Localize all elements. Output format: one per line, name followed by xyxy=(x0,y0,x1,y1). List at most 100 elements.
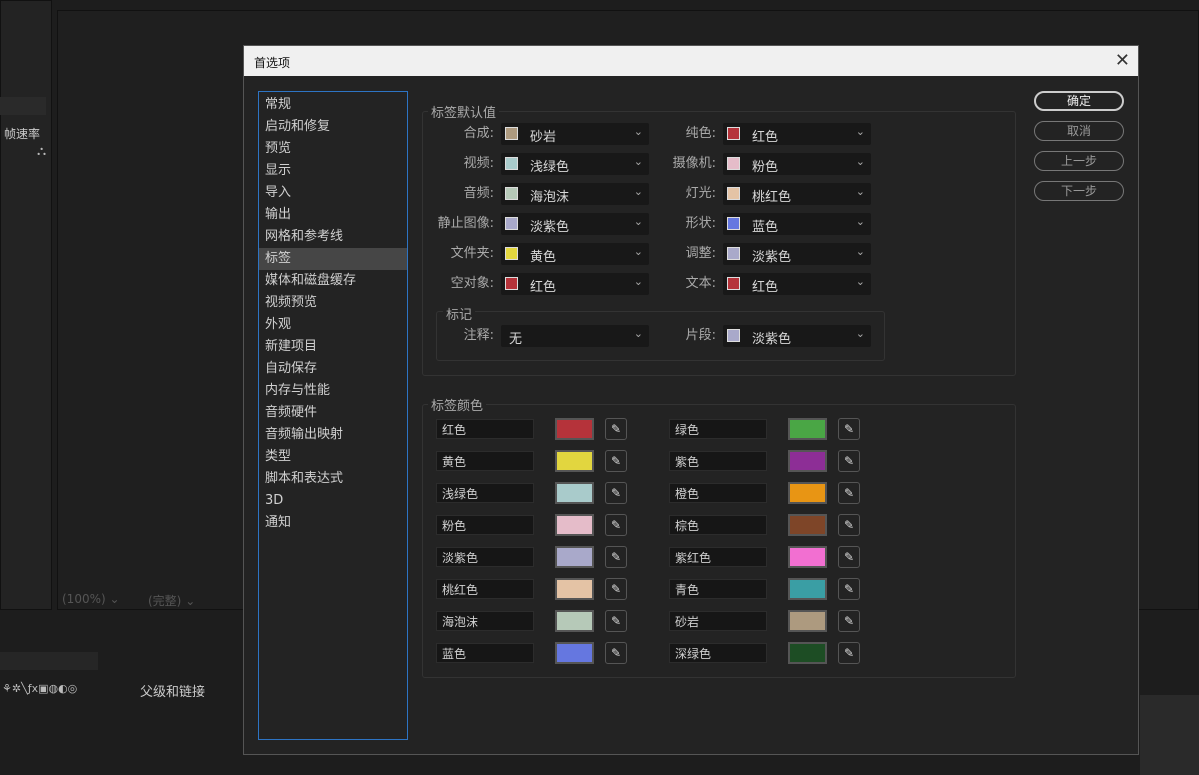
nav-item[interactable]: 类型 xyxy=(259,446,407,468)
label-color-name-input[interactable] xyxy=(669,643,767,663)
label-color-swatch[interactable] xyxy=(788,546,827,568)
label-color-swatch[interactable] xyxy=(788,514,827,536)
parent-link-header: 父级和链接 xyxy=(140,685,206,700)
label-color-swatch[interactable] xyxy=(555,450,594,472)
ok-button[interactable]: 确定 xyxy=(1034,91,1124,111)
label-color-name-input[interactable] xyxy=(436,515,534,535)
nav-item[interactable]: 媒体和磁盘缓存 xyxy=(259,270,407,292)
label-color-name-input[interactable] xyxy=(669,611,767,631)
eyedropper-icon[interactable]: ✎ xyxy=(838,514,860,536)
color-swatch xyxy=(727,329,740,342)
label-default-dropdown[interactable]: 粉色 ⌄ xyxy=(723,153,871,175)
comment-label: 注释: xyxy=(463,328,494,343)
nav-item[interactable]: 3D xyxy=(259,490,407,512)
label-color-swatch[interactable] xyxy=(555,418,594,440)
label-colors-group xyxy=(422,404,1016,678)
nav-item[interactable]: 输出 xyxy=(259,204,407,226)
label-color-name-input[interactable] xyxy=(436,419,534,439)
nav-item[interactable]: 视频预览 xyxy=(259,292,407,314)
label-color-swatch[interactable] xyxy=(788,642,827,664)
eyedropper-icon[interactable]: ✎ xyxy=(838,482,860,504)
nav-item[interactable]: 脚本和表达式 xyxy=(259,468,407,490)
label-color-name-input[interactable] xyxy=(436,611,534,631)
timeline-switch-icons[interactable]: ⚘✲╲ƒx▣◍◐◎ xyxy=(2,682,77,695)
label-color-name-input[interactable] xyxy=(436,579,534,599)
eyedropper-icon[interactable]: ✎ xyxy=(605,642,627,664)
next-button[interactable]: 下一步 xyxy=(1034,181,1124,201)
eyedropper-icon[interactable]: ✎ xyxy=(605,546,627,568)
color-swatch xyxy=(727,157,740,170)
eyedropper-icon[interactable]: ✎ xyxy=(605,482,627,504)
label-color-swatch[interactable] xyxy=(555,546,594,568)
label-color-swatch[interactable] xyxy=(788,418,827,440)
nav-item[interactable]: 新建项目 xyxy=(259,336,407,358)
label-color-swatch[interactable] xyxy=(555,642,594,664)
label-color-swatch[interactable] xyxy=(788,578,827,600)
quality-dropdown[interactable]: (完整) ⌄ xyxy=(148,592,195,609)
label-color-swatch[interactable] xyxy=(788,482,827,504)
eyedropper-icon[interactable]: ✎ xyxy=(838,418,860,440)
label-color-name-input[interactable] xyxy=(669,515,767,535)
nav-item[interactable]: 音频输出映射 xyxy=(259,424,407,446)
label-default-dropdown[interactable]: 红色 ⌄ xyxy=(723,123,871,145)
color-swatch xyxy=(727,247,740,260)
label-default-dropdown[interactable]: 蓝色 ⌄ xyxy=(723,213,871,235)
eyedropper-icon[interactable]: ✎ xyxy=(605,610,627,632)
label-color-swatch[interactable] xyxy=(555,610,594,632)
label-default-dropdown[interactable]: 桃红色 ⌄ xyxy=(723,183,871,205)
nav-item[interactable]: 导入 xyxy=(259,182,407,204)
eyedropper-icon[interactable]: ✎ xyxy=(605,450,627,472)
flowchart-icon[interactable]: ⛬ xyxy=(37,144,46,159)
eyedropper-icon[interactable]: ✎ xyxy=(838,546,860,568)
label-color-name-input[interactable] xyxy=(669,451,767,471)
eyedropper-icon[interactable]: ✎ xyxy=(838,578,860,600)
color-swatch xyxy=(505,187,518,200)
label-color-swatch[interactable] xyxy=(788,450,827,472)
nav-item[interactable]: 网格和参考线 xyxy=(259,226,407,248)
eyedropper-icon[interactable]: ✎ xyxy=(838,450,860,472)
right-default-label: 灯光: xyxy=(685,186,716,201)
nav-item[interactable]: 通知 xyxy=(259,512,407,534)
color-swatch xyxy=(505,157,518,170)
eyedropper-icon[interactable]: ✎ xyxy=(605,514,627,536)
label-color-swatch[interactable] xyxy=(555,514,594,536)
label-color-name-input[interactable] xyxy=(436,451,534,471)
label-default-dropdown[interactable]: 淡紫色 ⌄ xyxy=(723,243,871,265)
label-color-swatch[interactable] xyxy=(555,578,594,600)
close-icon[interactable]: ✕ xyxy=(1115,50,1130,71)
zoom-dropdown[interactable]: (100%) ⌄ xyxy=(62,592,120,606)
label-color-name-input[interactable] xyxy=(436,483,534,503)
label-color-swatch[interactable] xyxy=(788,610,827,632)
clip-dropdown[interactable]: 淡紫色 ⌄ xyxy=(723,325,871,347)
nav-item[interactable]: 显示 xyxy=(259,160,407,182)
right-default-label: 纯色: xyxy=(685,126,716,141)
chevron-down-icon: ⌄ xyxy=(855,125,865,138)
nav-item[interactable]: 标签 xyxy=(259,248,407,270)
eyedropper-icon[interactable]: ✎ xyxy=(605,418,627,440)
label-color-name-input[interactable] xyxy=(436,643,534,663)
nav-item[interactable]: 内存与性能 xyxy=(259,380,407,402)
label-color-name-input[interactable] xyxy=(669,579,767,599)
nav-item[interactable]: 外观 xyxy=(259,314,407,336)
nav-item[interactable]: 启动和修复 xyxy=(259,116,407,138)
label-color-name-input[interactable] xyxy=(436,547,534,567)
cancel-button[interactable]: 取消 xyxy=(1034,121,1124,141)
label-default-dropdown[interactable]: 红色 ⌄ xyxy=(723,273,871,295)
label-colors-title: 标签颜色 xyxy=(428,395,487,414)
markers-title: 标记 xyxy=(443,304,476,323)
label-color-name-input[interactable] xyxy=(669,419,767,439)
nav-item[interactable]: 预览 xyxy=(259,138,407,160)
nav-item[interactable]: 常规 xyxy=(259,94,407,116)
eyedropper-icon[interactable]: ✎ xyxy=(605,578,627,600)
label-color-name-input[interactable] xyxy=(669,547,767,567)
chevron-down-icon: ⌄ xyxy=(855,327,865,340)
chevron-down-icon: ⌄ xyxy=(855,185,865,198)
timeline-search[interactable] xyxy=(0,652,98,670)
eyedropper-icon[interactable]: ✎ xyxy=(838,642,860,664)
nav-item[interactable]: 音频硬件 xyxy=(259,402,407,424)
label-color-name-input[interactable] xyxy=(669,483,767,503)
previous-button[interactable]: 上一步 xyxy=(1034,151,1124,171)
eyedropper-icon[interactable]: ✎ xyxy=(838,610,860,632)
label-color-swatch[interactable] xyxy=(555,482,594,504)
nav-item[interactable]: 自动保存 xyxy=(259,358,407,380)
